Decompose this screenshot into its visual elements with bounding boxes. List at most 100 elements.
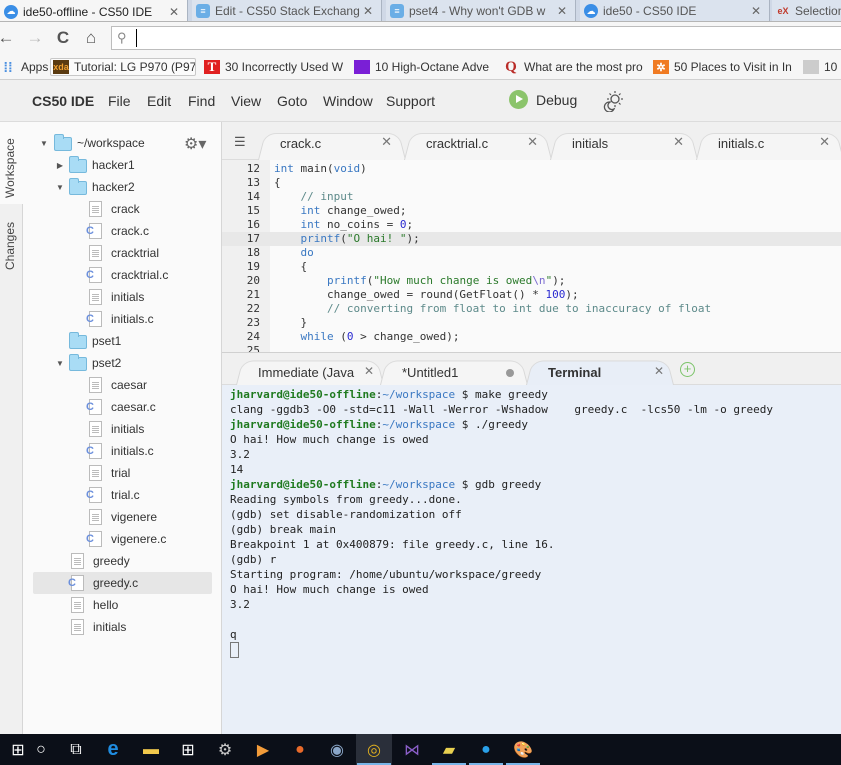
close-tab-icon[interactable]: ✕ (361, 4, 375, 18)
settings-app-button[interactable]: ⚙ (207, 734, 243, 765)
panel-tab-immediate[interactable]: Immediate (Java ✕ (236, 358, 384, 385)
tree-item-caesar-c[interactable]: Ccaesar.c (33, 396, 212, 418)
close-tab-icon[interactable]: ✕ (654, 364, 664, 378)
code-line[interactable]: 24 while (0 > change_owed); (222, 330, 841, 344)
tab-menu-icon[interactable]: ☰ (234, 134, 246, 150)
close-tab-icon[interactable]: ✕ (527, 134, 538, 150)
code-line[interactable]: 21 change_owed = round(GetFloat() * 100)… (222, 288, 841, 302)
tree-item-caesar[interactable]: caesar (33, 374, 212, 396)
editor-tab-initials[interactable]: initials ✕ (550, 130, 698, 160)
tree-item-initials[interactable]: initials (33, 286, 212, 308)
close-tab-icon[interactable]: ✕ (555, 4, 569, 18)
browser-tab-ide50-offline[interactable]: ☁ ide50-offline - CS50 IDE ✕ (0, 0, 188, 21)
bookmark-quora[interactable]: Q What are the most pro (503, 58, 643, 76)
bookmark-50-places[interactable]: ✲ 50 Places to Visit in In (653, 58, 793, 76)
close-tab-icon[interactable]: ✕ (673, 134, 684, 150)
bookmark-incorrectly-used[interactable]: T 30 Incorrectly Used W (204, 58, 344, 76)
tree-item-initials[interactable]: initials (33, 616, 212, 638)
code-line[interactable]: 14 // input (222, 190, 841, 204)
chrome-button[interactable]: ◎ (356, 734, 392, 765)
address-bar[interactable]: ⚲ (111, 26, 841, 50)
reload-icon[interactable]: C (53, 28, 73, 48)
menu-view[interactable]: View (231, 93, 261, 109)
tree-item-initials-c[interactable]: Cinitials.c (33, 308, 212, 330)
forward-icon[interactable]: → (25, 28, 45, 48)
expand-arrow-icon[interactable]: ▶ (55, 161, 65, 170)
editor-tab-crack-c[interactable]: crack.c ✕ (258, 130, 406, 160)
code-line[interactable]: 13 { (222, 176, 841, 190)
menu-find[interactable]: Find (188, 93, 215, 109)
browser-tab-edx-selection[interactable]: eX Selection (772, 0, 841, 21)
code-line[interactable]: 20 printf("How much change is owed\n"); (222, 274, 841, 288)
tree-item-cracktrial-c[interactable]: Ccracktrial.c (33, 264, 212, 286)
paint-button[interactable]: 🎨 (505, 734, 541, 765)
tree-item-hello[interactable]: hello (33, 594, 212, 616)
tree-item-crack[interactable]: crack (33, 198, 212, 220)
tree-item-pset2[interactable]: ▼ pset2 (33, 352, 212, 374)
address-input[interactable] (136, 29, 826, 47)
debug-button[interactable]: Debug (509, 90, 577, 109)
tree-item-greedy[interactable]: greedy (33, 550, 212, 572)
file-explorer-button[interactable]: ▬ (133, 734, 169, 765)
terminal[interactable]: jharvard@ide50-offline:~/workspace $ mak… (222, 385, 841, 734)
menu-window[interactable]: Window (323, 93, 373, 109)
tree-item-vigenere-c[interactable]: Cvigenere.c (33, 528, 212, 550)
browser-tab-ide50[interactable]: ☁ ide50 - CS50 IDE ✕ (580, 0, 770, 21)
unsaved-dot-icon[interactable] (506, 369, 514, 377)
bookmark-high-octane[interactable]: 10 High-Octane Adve (354, 58, 492, 76)
sticky-notes-button[interactable]: ▰ (431, 734, 467, 765)
code-line[interactable]: 16 int no_coins = 0; (222, 218, 841, 232)
tree-item-initials[interactable]: initials (33, 418, 212, 440)
tree-item-cracktrial[interactable]: cracktrial (33, 242, 212, 264)
home-icon[interactable]: ⌂ (81, 28, 101, 48)
browser-tab-gdb-question[interactable]: ≡ pset4 - Why won't GDB w ✕ (386, 0, 576, 21)
tree-item-pset1[interactable]: pset1 (33, 330, 212, 352)
code-line[interactable]: 19 { (222, 260, 841, 274)
expand-arrow-icon[interactable]: ▼ (39, 139, 49, 148)
code-line[interactable]: 23 } (222, 316, 841, 330)
add-panel-tab-icon[interactable]: + (680, 362, 695, 377)
firefox-button[interactable]: ● (282, 734, 318, 765)
panel-tab-terminal[interactable]: Terminal ✕ (526, 358, 674, 385)
bookmark-10[interactable]: 10 (803, 58, 841, 76)
messenger-button[interactable]: ● (468, 734, 504, 765)
tree-item-hacker2[interactable]: ▼ hacker2 (33, 176, 212, 198)
browser-tab-stackexchange-edit[interactable]: ≡ Edit - CS50 Stack Exchang ✕ (192, 0, 382, 21)
tree-settings-gear-icon[interactable]: ⚙▾ (184, 134, 206, 154)
ide-brand[interactable]: CS50 IDE (32, 93, 94, 109)
close-tab-icon[interactable]: ✕ (167, 5, 181, 19)
editor-tab-cracktrial-c[interactable]: cracktrial.c ✕ (404, 130, 552, 160)
back-icon[interactable]: ← (0, 28, 16, 48)
theme-toggle-icon[interactable] (601, 90, 625, 112)
panel-tab-untitled1[interactable]: *Untitled1 (380, 358, 528, 385)
close-tab-icon[interactable]: ✕ (381, 134, 392, 150)
code-editor[interactable]: 12 int main(void) 13{14 // input 15 int cha… (222, 160, 841, 353)
close-tab-icon[interactable]: ✕ (819, 134, 830, 150)
tree-item-hacker1[interactable]: ▶ hacker1 (33, 154, 212, 176)
tree-item-greedy-c[interactable]: Cgreedy.c (33, 572, 212, 594)
side-tab-changes[interactable]: Changes (0, 210, 23, 278)
editor-tab-initials-c[interactable]: initials.c ✕ (696, 130, 841, 160)
bookmark-tutorial-lg[interactable]: xda Tutorial: LG P970 (P97 (50, 58, 196, 76)
bookmark-apps[interactable]: ⁞⁞ Apps (0, 58, 48, 76)
code-line[interactable]: 12 int main(void) (222, 162, 841, 176)
search-button[interactable]: ○ (23, 734, 59, 765)
close-tab-icon[interactable]: ✕ (364, 364, 374, 378)
code-line[interactable]: 18 do (222, 246, 841, 260)
media-player-button[interactable]: ▶ (245, 734, 281, 765)
store-button[interactable]: ⊞ (170, 734, 206, 765)
tree-item-initials-c[interactable]: Cinitials.c (33, 440, 212, 462)
tree-item-crack-c[interactable]: Ccrack.c (33, 220, 212, 242)
menu-file[interactable]: File (108, 93, 131, 109)
side-tab-workspace[interactable]: Workspace (0, 122, 23, 204)
task-view-button[interactable]: ⧉ (58, 734, 94, 765)
collapse-arrow-icon[interactable]: ▼ (55, 183, 65, 192)
tree-item-trial-c[interactable]: Ctrial.c (33, 484, 212, 506)
code-line[interactable]: 22 // converting from float to int due t… (222, 302, 841, 316)
collapse-arrow-icon[interactable]: ▼ (55, 359, 65, 368)
menu-edit[interactable]: Edit (147, 93, 171, 109)
tree-item-trial[interactable]: trial (33, 462, 212, 484)
close-tab-icon[interactable]: ✕ (749, 4, 763, 18)
code-line[interactable]: 17 printf("O hai! "); (222, 232, 841, 246)
menu-goto[interactable]: Goto (277, 93, 307, 109)
